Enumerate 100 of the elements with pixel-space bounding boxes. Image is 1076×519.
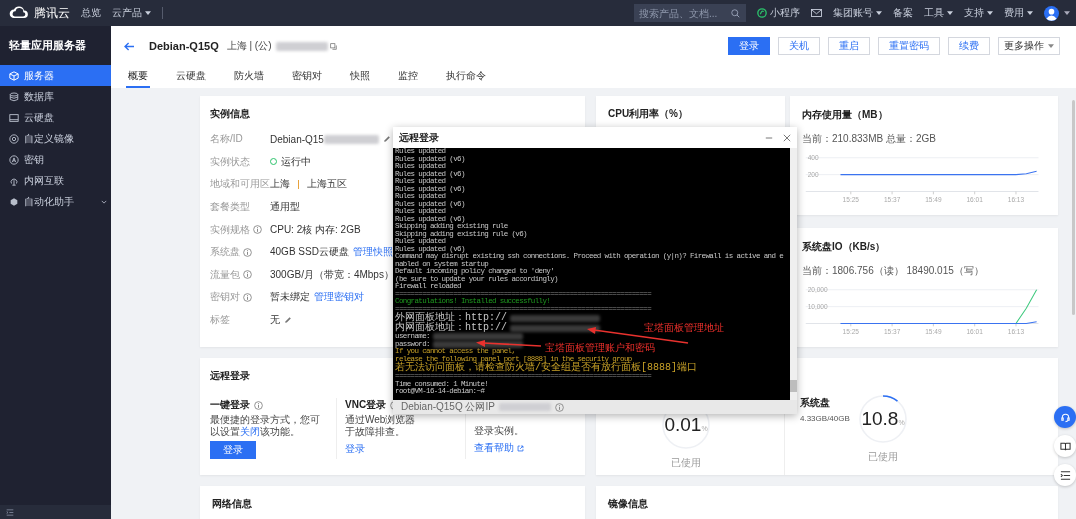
info-icon[interactable] xyxy=(243,292,252,302)
field-label: 地域和可用区 xyxy=(210,177,270,192)
caret-icon[interactable] xyxy=(1064,11,1070,15)
sidebar-item[interactable]: 内网互联 xyxy=(0,170,111,191)
list-icon xyxy=(1059,469,1071,481)
info-icon[interactable] xyxy=(254,400,263,410)
edit-icon[interactable] xyxy=(382,135,391,144)
field-value: CPU: 2核 内存: 2GB xyxy=(270,222,361,237)
hexagon-icon xyxy=(9,196,19,207)
field-value: 上海五区 xyxy=(307,177,347,192)
method-description: 登录实例。 xyxy=(474,425,524,437)
chevron-icon[interactable] xyxy=(101,199,107,204)
disc-icon xyxy=(9,133,19,144)
login-button[interactable]: 登录 xyxy=(210,441,256,459)
login-link[interactable]: 登录 xyxy=(345,442,365,456)
sidebar-item[interactable]: 云硬盘 xyxy=(0,107,111,128)
field-value: 通用型 xyxy=(270,200,300,215)
terminal-line: 若无法访问面板，请检查防火墙/安全组是否有放行面板[8888]端口 xyxy=(395,363,697,373)
field-label: 套餐类型 xyxy=(210,200,250,215)
scrollbar[interactable] xyxy=(790,148,797,400)
action-button[interactable]: 续费 xyxy=(948,37,990,55)
search-icon[interactable] xyxy=(731,8,740,18)
nav-link[interactable]: 总览 xyxy=(81,6,101,20)
brand-name[interactable]: 腾讯云 xyxy=(34,4,70,22)
tab[interactable]: 监控 xyxy=(396,66,420,88)
method-description: 通过Web浏览器 xyxy=(345,414,417,426)
card-title: 网络信息 xyxy=(212,497,252,511)
top-menu[interactable]: 工具 xyxy=(924,6,953,20)
field-value: 上海 xyxy=(270,177,290,192)
copy-icon[interactable] xyxy=(329,42,337,50)
card-title: 远程登录 xyxy=(210,369,250,383)
card-title: 实例信息 xyxy=(210,107,250,121)
edit-icon[interactable] xyxy=(284,316,292,325)
tab[interactable]: 执行命令 xyxy=(444,66,488,88)
avatar-icon[interactable] xyxy=(1044,5,1059,21)
top-menu[interactable]: 费用 xyxy=(1004,6,1033,20)
link[interactable]: 关闭 xyxy=(240,426,260,437)
info-icon[interactable] xyxy=(243,270,252,280)
book-button[interactable] xyxy=(1054,435,1076,457)
field-label: 密钥对 xyxy=(210,290,240,305)
manage-link[interactable]: 管理快照 xyxy=(352,245,393,260)
headset-icon xyxy=(1059,411,1071,423)
scrollbar[interactable] xyxy=(1072,100,1075,315)
tab[interactable]: 概要 xyxy=(126,66,150,88)
action-button[interactable]: 重启 xyxy=(828,37,870,55)
search-field[interactable]: 搜索产品、文档... xyxy=(634,4,746,22)
disk-title: 系统盘 xyxy=(800,396,831,410)
tab[interactable]: 密钥对 xyxy=(290,66,324,88)
caret-icon xyxy=(876,11,882,15)
network-icon xyxy=(9,175,19,186)
sidebar-item[interactable]: 自定义镜像 xyxy=(0,128,111,149)
usage-caption: 已使用 xyxy=(868,450,898,464)
tab[interactable]: 快照 xyxy=(348,66,372,88)
blurred-value xyxy=(498,403,551,411)
dialog-footer-text: Debian-Q15Q 公网IP xyxy=(401,400,495,414)
collapse-icon[interactable] xyxy=(6,508,14,516)
action-button[interactable]: 登录 xyxy=(728,37,770,55)
tab[interactable]: 防火墙 xyxy=(232,66,266,88)
sidebar-item[interactable]: 密钥 xyxy=(0,149,111,170)
list-button[interactable] xyxy=(1054,464,1076,486)
action-button[interactable]: 关机 xyxy=(778,37,820,55)
headset-button[interactable] xyxy=(1054,406,1076,428)
caret-icon xyxy=(947,11,953,15)
method-description: 最便捷的登录方式，您可以设置关闭该功能。 xyxy=(210,414,321,438)
top-menu[interactable]: 支持 xyxy=(964,6,993,20)
field-value: Debian-Q15 xyxy=(270,133,324,145)
info-icon[interactable] xyxy=(554,402,564,412)
usage-value: 0.01 xyxy=(664,414,702,436)
sidebar-item[interactable]: 服务器 xyxy=(0,65,111,86)
back-arrow-icon[interactable] xyxy=(124,41,135,51)
sidebar-title: 轻量应用服务器 xyxy=(8,38,87,53)
usage-gauge xyxy=(858,394,908,444)
sidebar-item[interactable]: 数据库 xyxy=(0,86,111,107)
info-icon[interactable] xyxy=(253,225,262,235)
card-title: CPU利用率（%） xyxy=(608,107,688,121)
mini-program-link[interactable]: 小程序 xyxy=(757,6,800,20)
book-icon xyxy=(1059,440,1071,452)
action-button[interactable]: 更多操作 xyxy=(998,37,1060,55)
manage-link[interactable]: 管理密钥对 xyxy=(314,290,364,305)
nav-link[interactable]: 云产品 xyxy=(112,6,151,20)
tab[interactable]: 云硬盘 xyxy=(174,66,208,88)
field-label: 名称/ID xyxy=(210,132,243,147)
cloud-logo-icon[interactable] xyxy=(8,6,30,20)
action-button[interactable]: 重置密码 xyxy=(878,37,940,55)
sidebar-item[interactable]: 自动化助手 xyxy=(0,191,111,212)
help-link[interactable]: 查看帮助 xyxy=(474,441,524,455)
info-icon[interactable] xyxy=(243,247,252,257)
annotation-text: 宝塔面板管理账户和密码 xyxy=(545,342,655,354)
current-reading: 当前：210.833MB 总量：2GB xyxy=(802,132,936,146)
field-value: 无 xyxy=(270,313,280,328)
field-label: 实例状态 xyxy=(210,154,250,169)
field-value: 运行中 xyxy=(281,154,311,169)
top-menu[interactable]: 集团账号 xyxy=(833,6,882,20)
top-link[interactable]: 备案 xyxy=(893,6,913,20)
mail-icon[interactable] xyxy=(811,9,822,17)
close-icon[interactable] xyxy=(783,133,791,142)
cube-icon xyxy=(9,70,19,81)
region-label: 上海 | (公) xyxy=(226,39,272,53)
field-label: 系统盘 xyxy=(210,245,240,260)
external-link-icon xyxy=(517,444,524,452)
